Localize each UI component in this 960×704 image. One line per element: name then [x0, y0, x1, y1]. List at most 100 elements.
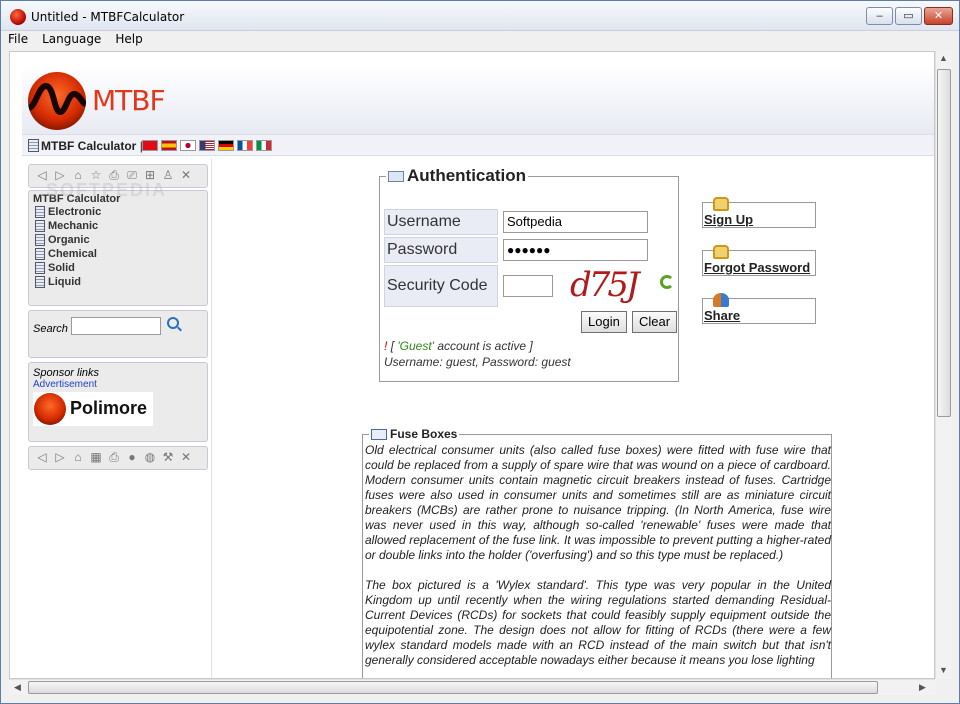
security-code-label: Security Code	[384, 265, 498, 307]
calculator-menu: MTBF Calculator Electronic Mechanic Orga…	[28, 190, 208, 306]
softpedia-watermark: SOFTPEDIA	[46, 180, 168, 200]
calculator-icon	[35, 248, 45, 260]
forgot-password-link[interactable]: Forgot Password	[704, 260, 810, 275]
password-field[interactable]: ●●●●●●	[503, 239, 648, 261]
id-card-icon	[388, 170, 404, 182]
record-icon[interactable]: ●	[125, 450, 139, 465]
calculator-icon	[28, 139, 39, 152]
share-link[interactable]: Share	[704, 308, 740, 323]
menu-bar: File Language Help	[1, 31, 959, 49]
horizontal-scroll-thumb[interactable]	[28, 681, 878, 694]
sidebar-item-organic[interactable]: Organic	[29, 233, 207, 247]
flag-france-icon[interactable]	[237, 140, 253, 151]
search-icon[interactable]	[167, 317, 179, 329]
scroll-right-icon[interactable]: ▶	[919, 682, 926, 693]
authentication-title: Authentication	[407, 166, 526, 185]
sign-up-link[interactable]: Sign Up	[704, 212, 753, 227]
menu-help[interactable]: Help	[108, 31, 149, 49]
tools-icon[interactable]: ⚒	[161, 450, 175, 465]
sidebar-item-chemical[interactable]: Chemical	[29, 247, 207, 261]
authentication-panel: Authentication Username Softpedia Passwo…	[379, 166, 679, 382]
username-label: Username	[384, 209, 498, 235]
calculator-icon	[35, 234, 45, 246]
browser-viewport: MTBF MTBF Calculator | ◁	[9, 51, 935, 679]
nav-bar: MTBF Calculator |	[22, 134, 934, 156]
share-box[interactable]: Share	[702, 293, 816, 324]
calculator-icon	[35, 206, 45, 218]
sidebar-toolbar-bottom: ◁ ▷ ⌂ ▦ ⎙ ● ◍ ⚒ ✕	[28, 446, 208, 470]
scroll-up-icon[interactable]: ▲	[939, 53, 948, 63]
calculator-icon	[35, 220, 45, 232]
lock-icon	[713, 245, 729, 259]
guest-note: ! [ 'Guest' account is active ]	[384, 339, 533, 353]
article-paragraph: The box pictured is a 'Wylex standard'. …	[365, 578, 831, 667]
menu-file[interactable]: File	[1, 31, 35, 49]
book-icon	[371, 428, 387, 440]
forgot-password-box[interactable]: Forgot Password	[702, 245, 816, 276]
fuse-boxes-text: Old electrical consumer units (also call…	[365, 443, 831, 678]
globe-icon[interactable]: ◍	[143, 450, 157, 465]
close-panel-icon[interactable]: ✕	[179, 168, 193, 183]
captcha-image: d75J	[570, 265, 640, 305]
advertisement-link[interactable]: Advertisement	[29, 379, 207, 390]
scroll-down-icon[interactable]: ▼	[939, 665, 948, 675]
polimore-logo-icon	[34, 393, 66, 425]
guest-credentials: Username: guest, Password: guest	[384, 355, 571, 369]
refresh-captcha-icon[interactable]	[660, 275, 674, 289]
nav-title[interactable]: MTBF Calculator |	[41, 139, 143, 153]
security-code-field[interactable]	[503, 275, 553, 297]
password-label: Password	[384, 237, 498, 263]
title-bar[interactable]: Untitled - MTBFCalculator – ▭ ✕	[1, 1, 959, 31]
fuse-boxes-title: Fuse Boxes	[390, 427, 458, 441]
page: MTBF MTBF Calculator | ◁	[22, 66, 934, 678]
flag-turkey-icon[interactable]	[142, 140, 158, 151]
menu-language[interactable]: Language	[35, 31, 108, 49]
vertical-scroll-thumb[interactable]	[937, 69, 951, 417]
flag-japan-icon[interactable]	[180, 140, 196, 151]
polimore-text: Polimore	[70, 398, 148, 418]
sidebar-item-electronic[interactable]: Electronic	[29, 205, 207, 219]
app-window: Untitled - MTBFCalculator – ▭ ✕ File Lan…	[0, 0, 960, 704]
rss-icon[interactable]: ▦	[89, 450, 103, 465]
sidebar-item-mechanic[interactable]: Mechanic	[29, 219, 207, 233]
page-header: MTBF	[22, 66, 934, 134]
vertical-scrollbar[interactable]: ▲ ▼	[935, 51, 952, 679]
calculator-icon	[35, 262, 45, 274]
polimore-ad[interactable]: Polimore	[33, 392, 153, 426]
sponsor-box: Sponsor links Advertisement Polimore	[28, 362, 208, 442]
sign-up-box[interactable]: Sign Up	[702, 197, 816, 228]
close-button[interactable]: ✕	[924, 7, 953, 25]
forward-icon[interactable]: ▷	[53, 450, 67, 465]
search-box: Search	[28, 310, 208, 358]
logo-text: MTBF	[92, 84, 166, 117]
username-field[interactable]: Softpedia	[503, 211, 648, 233]
calculator-icon	[35, 276, 45, 288]
fuse-boxes-article: Fuse Boxes Old electrical consumer units…	[362, 427, 832, 678]
login-button[interactable]: Login	[581, 311, 627, 333]
language-flags	[142, 140, 272, 151]
app-icon	[10, 9, 26, 25]
print-icon[interactable]: ⎙	[107, 450, 121, 465]
flag-spain-icon[interactable]	[161, 140, 177, 151]
minimize-button[interactable]: –	[866, 7, 893, 25]
flag-usa-icon[interactable]	[199, 140, 215, 151]
mtbf-logo-icon	[28, 72, 86, 130]
maximize-button[interactable]: ▭	[895, 7, 922, 25]
flag-germany-icon[interactable]	[218, 140, 234, 151]
horizontal-scrollbar[interactable]: ◀ ▶	[9, 679, 935, 695]
users-share-icon	[713, 293, 729, 307]
scroll-left-icon[interactable]: ◀	[14, 682, 21, 693]
article-paragraph: Old electrical consumer units (also call…	[365, 443, 831, 562]
sidebar-item-solid[interactable]: Solid	[29, 261, 207, 275]
home-icon[interactable]: ⌂	[71, 450, 85, 465]
flag-italy-icon[interactable]	[256, 140, 272, 151]
close-panel-icon[interactable]: ✕	[179, 450, 193, 465]
sidebar-item-liquid[interactable]: Liquid	[29, 275, 207, 289]
lock-icon	[713, 197, 729, 211]
back-icon[interactable]: ◁	[35, 450, 49, 465]
search-input[interactable]	[71, 317, 161, 335]
sponsor-title: Sponsor links	[33, 367, 100, 379]
clear-button[interactable]: Clear	[632, 311, 678, 333]
window-title: Untitled - MTBFCalculator	[31, 10, 185, 24]
search-label: Search	[33, 323, 68, 335]
